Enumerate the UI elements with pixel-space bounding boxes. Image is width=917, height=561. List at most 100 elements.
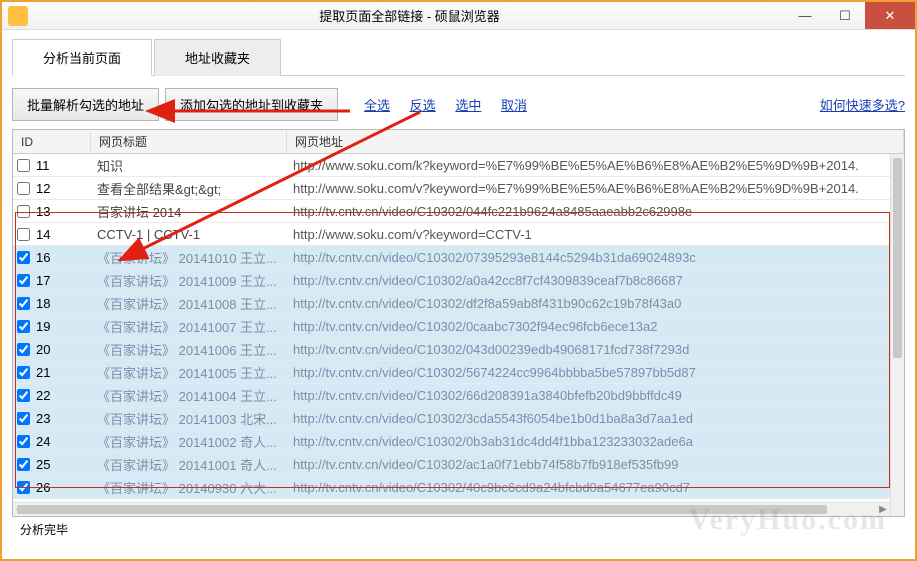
row-id: 20 [36,342,50,357]
row-checkbox[interactable] [17,205,30,218]
row-title: 《百家讲坛》 20140930 六大... [91,478,287,497]
table-row[interactable]: 24 《百家讲坛》 20141002 奇人...http://tv.cntv.cn… [13,430,904,453]
row-url: http://tv.cntv.cn/video/C10302/043d00239… [287,342,904,357]
table-row[interactable]: 22《百家讲坛》 20141004 王立...http://tv.cntv.cn… [13,384,904,407]
table-row[interactable]: 14 CCTV-1 | CCTV-1http://www.soku.com/v?k… [13,223,904,246]
table-row[interactable]: 23 《百家讲坛》 20141003 北宋...http://tv.cntv.cn… [13,407,904,430]
grid-body: 11 知识http://www.soku.com/k?keyword=%E7%99… [13,154,904,516]
grid-header: ID 网页标题 网页地址 [13,130,904,154]
row-checkbox[interactable] [17,389,30,402]
title-bar: 提取页面全部链接 - 硕鼠浏览器 — ☐ ✕ [2,2,915,30]
row-id: 21 [36,365,50,380]
row-url: http://tv.cntv.cn/video/C10302/0caabc730… [287,319,904,334]
close-button[interactable]: ✕ [865,2,915,29]
cancel-link[interactable]: 取消 [501,98,527,113]
row-id: 18 [36,296,50,311]
row-url: http://www.soku.com/k?keyword=%E7%99%BE%… [287,158,904,173]
window-title: 提取页面全部链接 - 硕鼠浏览器 [34,6,785,25]
window-buttons: — ☐ ✕ [785,2,915,29]
row-url: http://tv.cntv.cn/video/C10302/66d208391… [287,388,904,403]
table-row[interactable]: 25《百家讲坛》 20141001 奇人...http://tv.cntv.cn… [13,453,904,476]
row-title: 知识 [91,156,287,175]
row-id: 12 [36,181,50,196]
invert-selection-link[interactable]: 反选 [410,98,436,113]
row-checkbox[interactable] [17,228,30,241]
row-url: http://tv.cntv.cn/video/C10302/044fc221b… [287,204,904,219]
table-row[interactable]: 12 查看全部结果&gt;&gt;http://www.soku.com/v?ke… [13,177,904,200]
row-id: 13 [36,204,50,219]
row-checkbox[interactable] [17,159,30,172]
row-checkbox[interactable] [17,251,30,264]
maximize-button[interactable]: ☐ [825,2,865,29]
help-link[interactable]: 如何快速多选? [820,95,905,114]
table-row[interactable]: 21 《百家讲坛》 20141005 王立...http://tv.cntv.cn… [13,361,904,384]
tab-favorites[interactable]: 地址收藏夹 [154,39,281,76]
tab-analyze[interactable]: 分析当前页面 [12,39,152,76]
batch-parse-button[interactable]: 批量解析勾选的地址 [12,88,159,121]
row-id: 14 [36,227,50,242]
vertical-scrollbar[interactable] [890,154,904,516]
row-id: 17 [36,273,50,288]
row-checkbox[interactable] [17,412,30,425]
row-url: http://tv.cntv.cn/video/C10302/40c9bc6cd… [287,480,904,495]
table-row[interactable]: 11 知识http://www.soku.com/k?keyword=%E7%99… [13,154,904,177]
row-url: http://tv.cntv.cn/video/C10302/df2f8a59a… [287,296,904,311]
select-all-link[interactable]: 全选 [364,98,390,113]
row-url: http://www.soku.com/v?keyword=CCTV-1 [287,227,904,242]
toolbar: 批量解析勾选的地址 添加勾选的地址到收藏夹 全选 反选 选中 取消 如何快速多选… [12,76,905,129]
row-title: 《百家讲坛》 20141003 北宋... [91,409,287,428]
row-checkbox[interactable] [17,274,30,287]
row-id: 24 [36,434,50,449]
header-id[interactable]: ID [13,132,91,152]
row-title: 《百家讲坛》 20141002 奇人... [91,432,287,451]
row-id: 19 [36,319,50,334]
row-checkbox[interactable] [17,182,30,195]
row-title: 《百家讲坛》 20141006 王立... [91,340,287,359]
scroll-thumb[interactable] [893,158,902,358]
row-id: 26 [36,480,50,495]
row-title: 《百家讲坛》 20141004 王立... [91,386,287,405]
row-url: http://tv.cntv.cn/video/C10302/a0a42cc8f… [287,273,904,288]
table-row[interactable]: 16 《百家讲坛》 20141010 王立...http://tv.cntv.cn… [13,246,904,269]
row-checkbox[interactable] [17,366,30,379]
add-favorites-button[interactable]: 添加勾选的地址到收藏夹 [165,88,338,121]
row-checkbox[interactable] [17,320,30,333]
watermark: VeryHuo.com [689,503,887,537]
row-url: http://www.soku.com/v?keyword=%E7%99%BE%… [287,181,904,196]
row-checkbox[interactable] [17,297,30,310]
header-title[interactable]: 网页标题 [91,130,287,153]
row-title: 《百家讲坛》 20141007 王立... [91,317,287,336]
row-checkbox[interactable] [17,458,30,471]
table-row[interactable]: 19 《百家讲坛》 20141007 王立...http://tv.cntv.cn… [13,315,904,338]
row-title: CCTV-1 | CCTV-1 [91,227,287,242]
select-link[interactable]: 选中 [455,98,481,113]
row-url: http://tv.cntv.cn/video/C10302/07395293e… [287,250,904,265]
app-icon [8,6,28,26]
row-url: http://tv.cntv.cn/video/C10302/5674224cc… [287,365,904,380]
row-checkbox[interactable] [17,343,30,356]
table-row[interactable]: 17 《百家讲坛》 20141009 王立...http://tv.cntv.cn… [13,269,904,292]
tab-bar: 分析当前页面 地址收藏夹 [12,38,905,76]
table-row[interactable]: 13 百家讲坛 2014http://tv.cntv.cn/video/C1030… [13,200,904,223]
table-row[interactable]: 18《百家讲坛》 20141008 王立...http://tv.cntv.cn… [13,292,904,315]
row-url: http://tv.cntv.cn/video/C10302/3cda5543f… [287,411,904,426]
selection-links: 全选 反选 选中 取消 [356,95,535,114]
header-url[interactable]: 网页地址 [287,130,904,153]
row-url: http://tv.cntv.cn/video/C10302/ac1a0f71e… [287,457,904,472]
row-title: 《百家讲坛》 20141010 王立... [91,248,287,267]
row-checkbox[interactable] [17,481,30,494]
row-title: 查看全部结果&gt;&gt; [91,179,287,198]
row-id: 23 [36,411,50,426]
row-title: 《百家讲坛》 20141001 奇人... [91,455,287,474]
link-grid: ID 网页标题 网页地址 11 知识http://www.soku.com/k?k… [12,129,905,517]
row-checkbox[interactable] [17,435,30,448]
table-row[interactable]: 26 《百家讲坛》 20140930 六大...http://tv.cntv.cn… [13,476,904,499]
row-url: http://tv.cntv.cn/video/C10302/0b3ab31dc… [287,434,904,449]
row-title: 《百家讲坛》 20141009 王立... [91,271,287,290]
row-title: 《百家讲坛》 20141005 王立... [91,363,287,382]
minimize-button[interactable]: — [785,2,825,29]
table-row[interactable]: 20 《百家讲坛》 20141006 王立...http://tv.cntv.cn… [13,338,904,361]
row-title: 百家讲坛 2014 [91,202,287,221]
row-id: 16 [36,250,50,265]
row-id: 11 [36,158,50,173]
